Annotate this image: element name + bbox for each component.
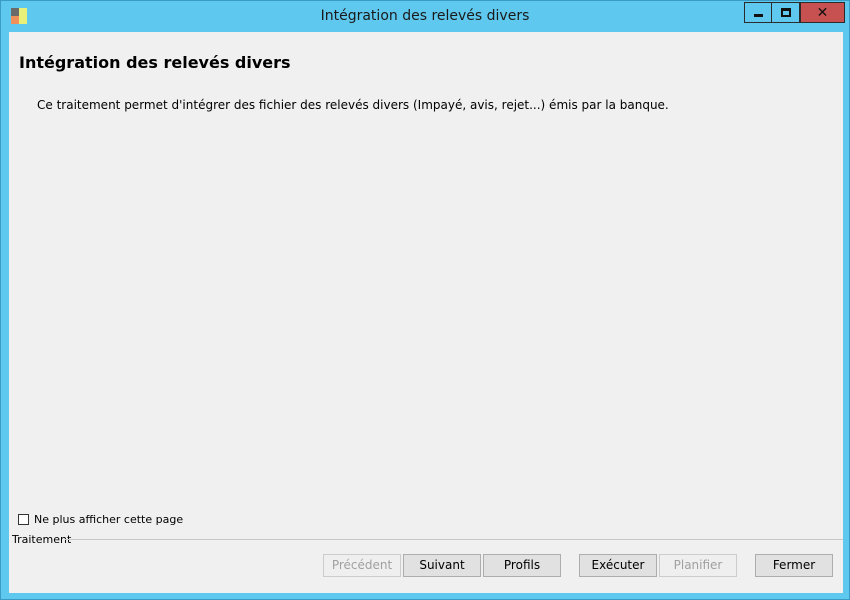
- hide-page-option[interactable]: Ne plus afficher cette page: [18, 513, 183, 526]
- execute-button[interactable]: Exécuter: [579, 554, 657, 577]
- close-button[interactable]: ✕: [800, 2, 845, 23]
- profiles-button[interactable]: Profils: [483, 554, 561, 577]
- hide-page-label: Ne plus afficher cette page: [34, 513, 184, 526]
- hide-page-checkbox[interactable]: [18, 514, 29, 525]
- minimize-button[interactable]: [744, 2, 772, 23]
- minimize-icon: [753, 13, 763, 17]
- close-dialog-button[interactable]: Fermer: [755, 554, 833, 577]
- maximize-button[interactable]: [771, 2, 800, 23]
- close-icon: ✕: [816, 4, 829, 21]
- client-area: Intégration des relevés divers Ce traite…: [9, 32, 843, 593]
- schedule-button[interactable]: Planifier: [659, 554, 737, 577]
- previous-button[interactable]: Précédent: [323, 554, 401, 577]
- title-bar[interactable]: Intégration des relevés divers ✕: [1, 1, 849, 32]
- maximize-icon: [780, 8, 791, 17]
- wizard-window: Intégration des relevés divers ✕ Intégra…: [0, 0, 850, 600]
- window-title: Intégration des relevés divers: [320, 8, 530, 24]
- group-label-traitement: Traitement: [12, 533, 72, 546]
- next-button[interactable]: Suivant: [403, 554, 481, 577]
- group-divider: [65, 539, 843, 540]
- page-description: Ce traitement permet d'intégrer des fich…: [37, 98, 669, 112]
- page-title: Intégration des relevés divers: [19, 53, 291, 72]
